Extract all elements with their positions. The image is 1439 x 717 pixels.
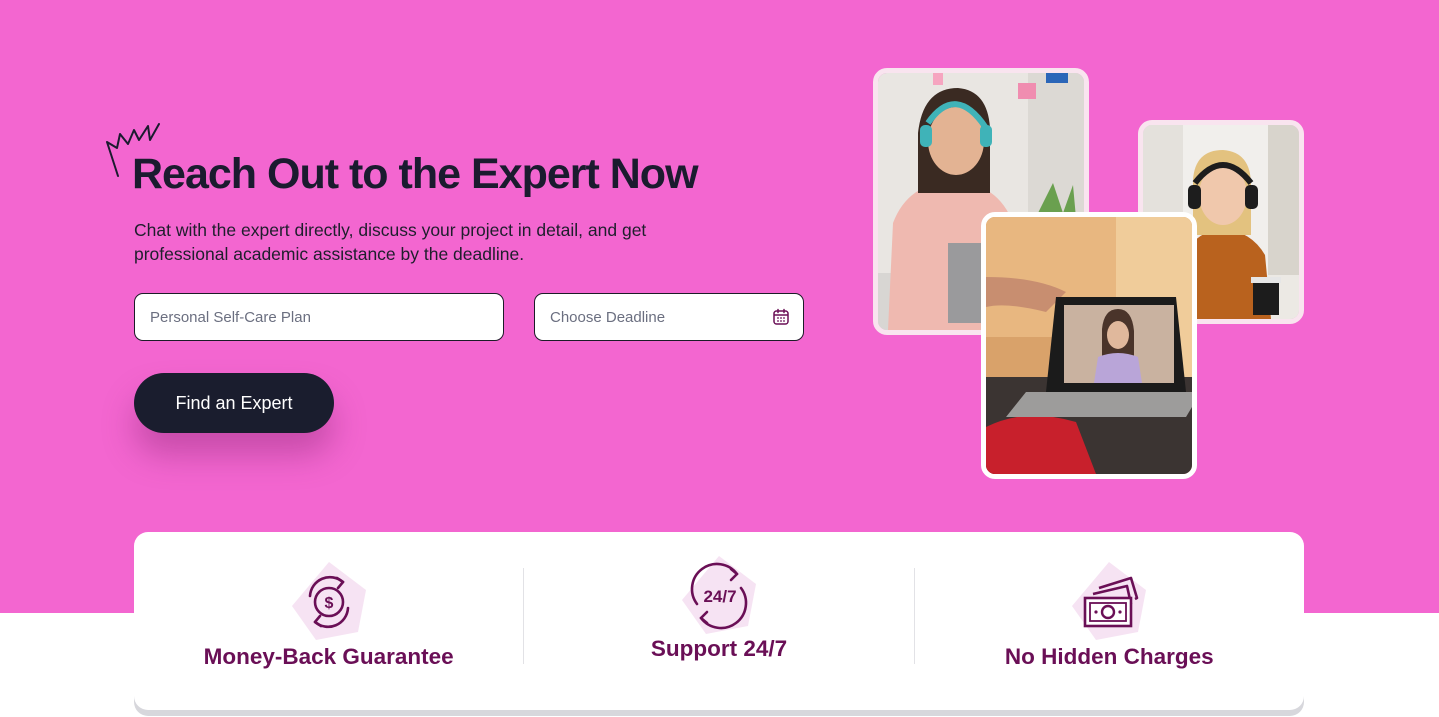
money-back-icon: $ [308, 575, 349, 629]
hero-subtitle: Chat with the expert directly, discuss y… [134, 220, 647, 264]
support-24-7-icon: 24/7 [690, 562, 748, 630]
svg-text:$: $ [324, 595, 333, 612]
svg-text:24/7: 24/7 [703, 587, 736, 606]
deadline-input[interactable] [550, 308, 772, 326]
feature-no-hidden-charges: No Hidden Charges [915, 532, 1304, 710]
feature-support: 24/7 Support 24/7 [524, 532, 913, 710]
calendar-icon[interactable] [772, 308, 790, 326]
feature-label-money-back: Money-Back Guarantee [203, 644, 454, 669]
page-title: Reach Out to the Expert Now [132, 150, 699, 198]
find-expert-button[interactable]: Find an Expert [134, 373, 334, 433]
feature-money-back: $ Money-Back Guarantee [134, 532, 523, 710]
features-bar: $ Money-Back Guarantee 24/7 Support 24/7 [134, 532, 1304, 710]
feature-label-support: Support 24/7 [650, 636, 788, 661]
feature-label-no-hidden-charges: No Hidden Charges [1004, 644, 1214, 669]
topic-field[interactable] [134, 293, 504, 341]
topic-input[interactable] [150, 308, 488, 326]
banknotes-icon [1084, 576, 1139, 628]
deadline-field[interactable] [534, 293, 804, 341]
expert-photo-video-call [981, 212, 1197, 479]
hero-section: Reach Out to the Expert Now Chat with th… [0, 0, 1439, 613]
